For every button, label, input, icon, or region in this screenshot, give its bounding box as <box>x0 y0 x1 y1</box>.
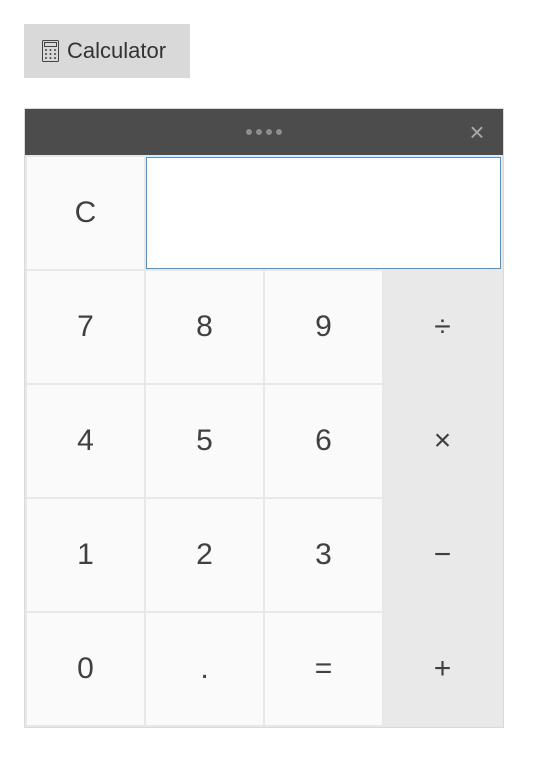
key-7[interactable]: 7 <box>26 270 145 384</box>
drag-handle-icon <box>246 129 282 135</box>
key-decimal[interactable]: . <box>145 612 264 726</box>
key-8[interactable]: 8 <box>145 270 264 384</box>
close-button[interactable]: × <box>465 120 489 144</box>
key-4[interactable]: 4 <box>26 384 145 498</box>
display-cell <box>145 156 502 270</box>
key-equals[interactable]: = <box>264 612 383 726</box>
key-9[interactable]: 9 <box>264 270 383 384</box>
key-multiply[interactable]: × <box>383 384 502 498</box>
key-0[interactable]: 0 <box>26 612 145 726</box>
key-clear[interactable]: C <box>26 156 145 270</box>
calculator-icon <box>42 40 59 62</box>
key-5[interactable]: 5 <box>145 384 264 498</box>
key-2[interactable]: 2 <box>145 498 264 612</box>
calculator-tab[interactable]: Calculator <box>24 24 190 78</box>
key-3[interactable]: 3 <box>264 498 383 612</box>
close-icon: × <box>469 117 484 147</box>
calculator-window: × C 7 8 9 ÷ 4 5 6 × 1 <box>24 108 504 728</box>
titlebar[interactable]: × <box>25 109 503 155</box>
key-6[interactable]: 6 <box>264 384 383 498</box>
key-add[interactable]: + <box>383 612 502 726</box>
calculator-body: C 7 8 9 ÷ 4 5 6 × 1 2 3 − <box>25 155 503 727</box>
calculator-tab-label: Calculator <box>67 38 166 64</box>
key-subtract[interactable]: − <box>383 498 502 612</box>
display-input[interactable] <box>146 157 501 269</box>
key-divide[interactable]: ÷ <box>383 270 502 384</box>
key-1[interactable]: 1 <box>26 498 145 612</box>
